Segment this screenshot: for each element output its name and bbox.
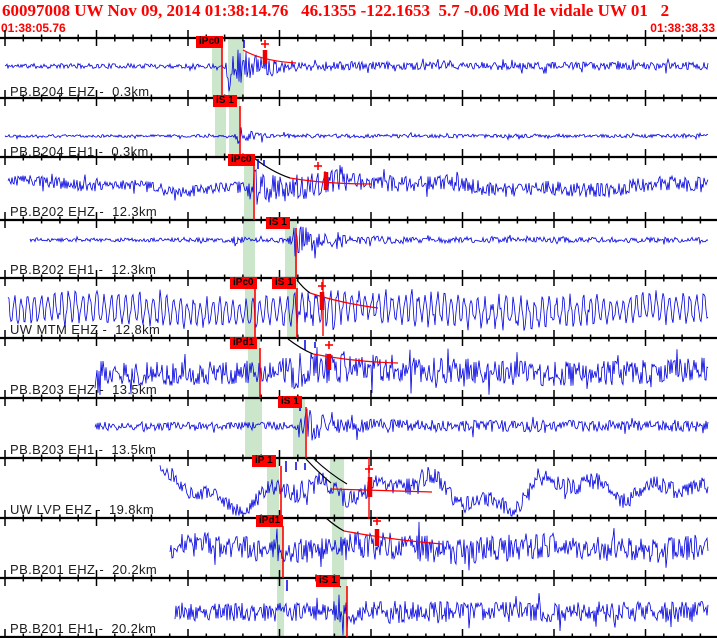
pick-label[interactable]: iS 1 <box>213 95 237 107</box>
trace-label-uw-lvp-ehz: UW LVP EHZ - 19.8km <box>10 502 155 517</box>
seismogram-window: 60097008 UW Nov 09, 2014 01:38:14.76 46.… <box>0 0 717 638</box>
trace-label-pb-b203-eh1: PB.B203 EH1 - 13.5km <box>10 442 157 457</box>
waveform-trace <box>4 127 709 144</box>
waveform-trace <box>169 521 709 571</box>
trace-label-uw-mtm-ehz: UW MTM EHZ - 12.8km <box>10 322 161 337</box>
phase-band <box>270 518 283 578</box>
phase-band <box>243 220 255 278</box>
pick-label[interactable]: iS 1 <box>316 575 340 587</box>
trace-label-pb-b203-ehz: PB.B203 EHZ - 13.5km <box>10 382 158 397</box>
pick-label[interactable]: iPd1 <box>230 337 258 349</box>
waveform-trace <box>94 347 709 396</box>
pick-label[interactable]: iS 1 <box>266 217 290 229</box>
coda-curve-black <box>296 279 311 294</box>
trace-label-pb-b201-ehz: PB.B201 EHZ - 20.2km <box>10 562 158 577</box>
trace-label-pb-b202-eh1: PB.B202 EH1 - 12.3km <box>10 262 157 277</box>
trace-label-pb-b202-ehz: PB.B202 EHZ - 12.3km <box>10 204 158 219</box>
pick-label[interactable]: iPc0 <box>230 277 257 289</box>
coda-curve-red <box>242 49 297 64</box>
pick-label[interactable]: iP 1 <box>252 455 276 467</box>
phase-band <box>245 398 262 458</box>
coda-curve-black <box>253 157 291 179</box>
coda-curve-red <box>330 488 433 493</box>
pick-label[interactable]: iPd1 <box>256 515 284 527</box>
waveform-trace <box>7 165 709 205</box>
pick-label[interactable]: iPc0 <box>228 154 255 166</box>
trace-label-pb-b201-eh1: PB.B201 EH1 - 20.2km <box>10 621 157 636</box>
pick-label[interactable]: iS 1 <box>278 396 302 408</box>
waveform-trace <box>159 465 709 517</box>
waveform-trace <box>174 593 709 636</box>
trace-label-pb-b204-eh1: PB.B204 EH1 - 0.3km <box>10 144 149 159</box>
pick-label[interactable]: iS 1 <box>272 277 296 289</box>
waveform-trace <box>29 226 709 259</box>
waveform-trace <box>94 408 709 441</box>
pick-label[interactable]: iPc0 <box>196 36 223 48</box>
trace-label-pb-b204-ehz: PB.B204 EHZ - 0.3km <box>10 84 150 99</box>
coda-curve-black <box>287 338 314 355</box>
